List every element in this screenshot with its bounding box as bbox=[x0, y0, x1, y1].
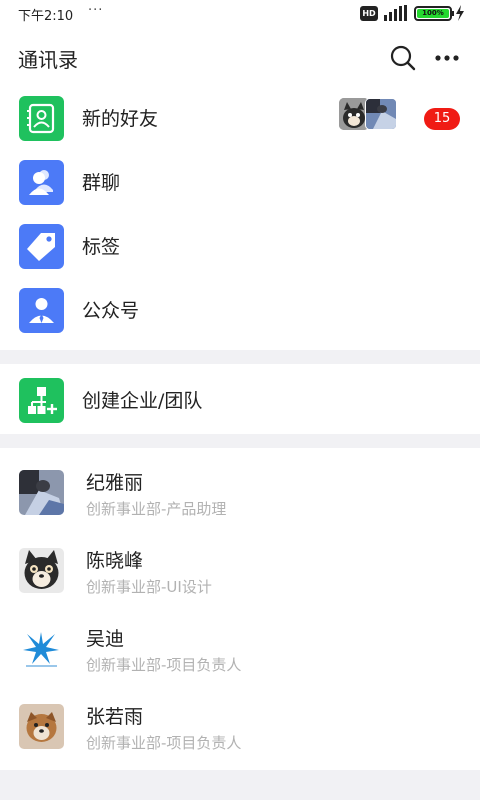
section-divider bbox=[0, 434, 480, 448]
contact-department: 创新事业部-产品助理 bbox=[86, 500, 227, 518]
new-friends-icon bbox=[19, 96, 64, 141]
contact-department: 创新事业部-项目负责人 bbox=[86, 734, 242, 752]
hd-icon: HD bbox=[360, 6, 378, 21]
official-account-icon bbox=[19, 288, 64, 333]
status-dots: ··· bbox=[88, 3, 104, 18]
contact-item[interactable]: 纪雅丽 创新事业部-产品助理 bbox=[0, 456, 480, 534]
menu-group-chat[interactable]: 群聊 bbox=[0, 150, 480, 214]
contact-name: 张若雨 bbox=[86, 706, 144, 728]
battery-tip bbox=[452, 11, 454, 16]
menu-new-friends[interactable]: 新的好友 bbox=[0, 86, 480, 150]
contact-name: 纪雅丽 bbox=[86, 472, 144, 494]
new-friends-label: 新的好友 bbox=[82, 108, 159, 130]
avatar bbox=[19, 470, 64, 515]
avatar bbox=[19, 704, 64, 749]
signal-icon bbox=[384, 5, 407, 21]
contact-department: 创新事业部-项目负责人 bbox=[86, 656, 242, 674]
tag-icon bbox=[19, 224, 64, 269]
header: 通讯录 bbox=[0, 30, 480, 82]
battery-level: 100% bbox=[417, 9, 449, 18]
group-chat-label: 群聊 bbox=[82, 172, 121, 194]
contact-name: 陈晓峰 bbox=[86, 550, 144, 572]
search-icon[interactable] bbox=[389, 44, 417, 72]
group-chat-icon bbox=[19, 160, 64, 205]
more-icon[interactable] bbox=[433, 48, 461, 68]
tags-label: 标签 bbox=[82, 236, 121, 258]
status-bar: 下午2:10 ··· HD 100% bbox=[0, 0, 480, 26]
avatar bbox=[19, 626, 64, 671]
menu-tags[interactable]: 标签 bbox=[0, 214, 480, 278]
charging-icon bbox=[456, 5, 464, 21]
avatar bbox=[365, 98, 397, 130]
new-friends-badge: 15 bbox=[424, 108, 460, 130]
official-accounts-label: 公众号 bbox=[82, 300, 140, 322]
avatar bbox=[19, 548, 64, 593]
contact-department: 创新事业部-UI设计 bbox=[86, 578, 212, 596]
contact-item[interactable]: 陈晓峰 创新事业部-UI设计 bbox=[0, 534, 480, 612]
status-time: 下午2:10 bbox=[18, 9, 74, 24]
menu-official-accounts[interactable]: 公众号 bbox=[0, 278, 480, 342]
contact-name: 吴迪 bbox=[86, 628, 125, 650]
org-chart-icon bbox=[19, 378, 64, 423]
footer-spacer bbox=[0, 770, 480, 800]
battery-icon: 100% bbox=[414, 6, 452, 21]
contact-item[interactable]: 吴迪 创新事业部-项目负责人 bbox=[0, 612, 480, 690]
create-team-label: 创建企业/团队 bbox=[82, 390, 203, 412]
new-friends-avatars bbox=[339, 98, 397, 130]
contact-item[interactable]: 张若雨 创新事业部-项目负责人 bbox=[0, 690, 480, 768]
section-divider bbox=[0, 350, 480, 364]
page-title: 通讯录 bbox=[18, 48, 78, 72]
menu-create-team[interactable]: 创建企业/团队 bbox=[0, 368, 480, 432]
